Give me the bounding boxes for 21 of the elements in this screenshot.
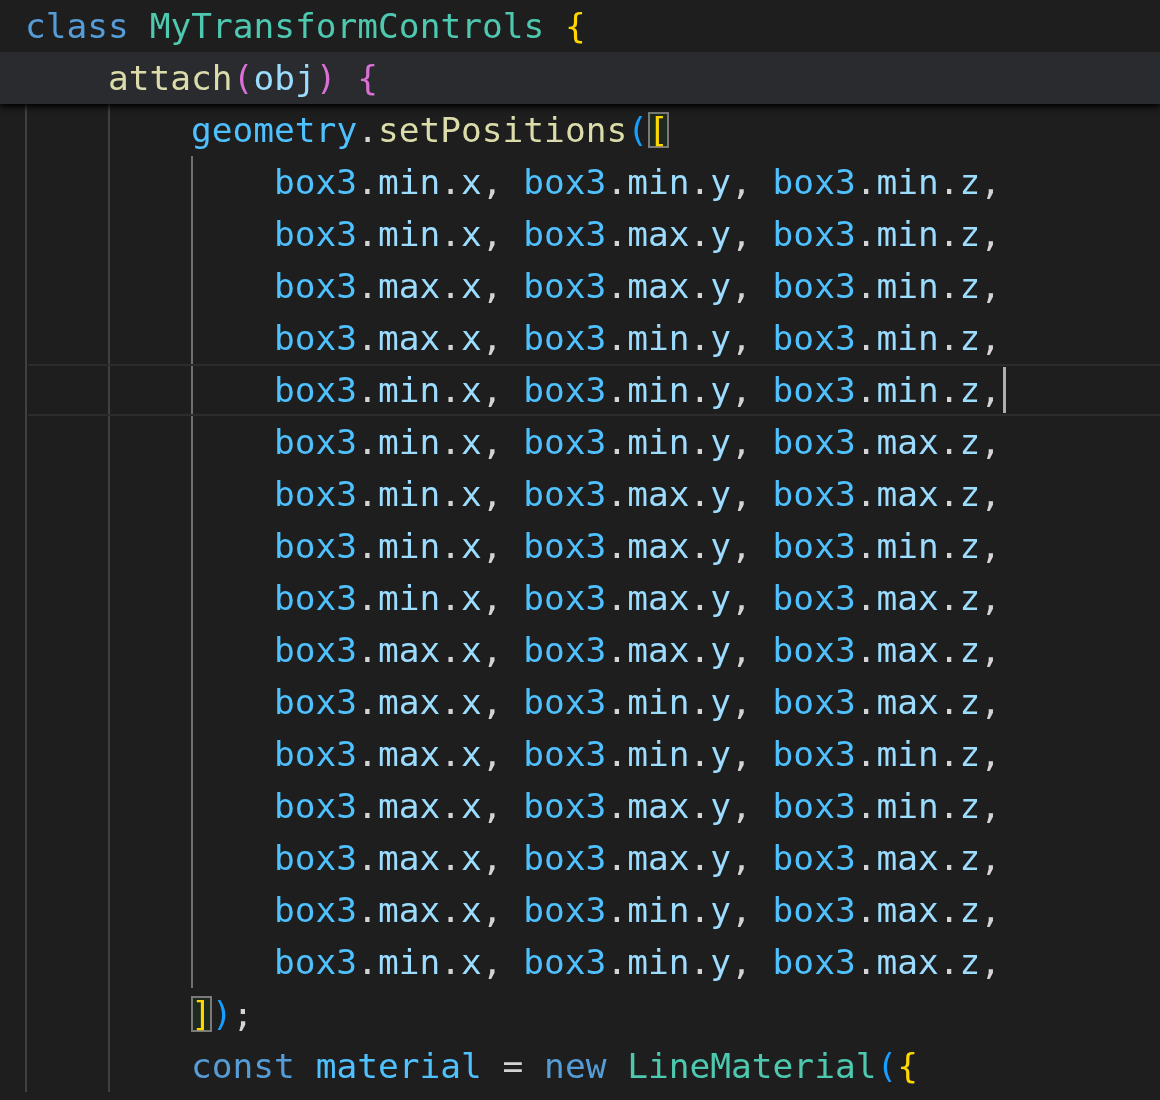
code-line: box3.max.x, box3.max.y, box3.max.z, bbox=[274, 837, 1002, 880]
code-line: box3.min.x, box3.min.y, box3.min.z, bbox=[274, 161, 1002, 204]
code-line: box3.min.x, box3.max.y, box3.max.z, bbox=[274, 473, 1002, 516]
code-line: attach(obj) { bbox=[108, 58, 379, 98]
code-line: box3.max.x, box3.min.y, box3.max.z, bbox=[274, 889, 1002, 932]
code-line: ]); bbox=[191, 993, 254, 1036]
code-line: const material = new LineMaterial({ bbox=[191, 1045, 918, 1088]
code-line: box3.min.x, box3.max.y, box3.min.z, bbox=[274, 213, 1002, 256]
code-line: box3.max.x, box3.max.y, box3.min.z, bbox=[274, 785, 1002, 828]
code-line: geometry.setPositions([ bbox=[191, 109, 669, 152]
code-line: box3.min.x, box3.max.y, box3.min.z, bbox=[274, 525, 1002, 568]
code-line: box3.max.x, box3.min.y, box3.min.z, bbox=[274, 733, 1002, 776]
code-line: box3.max.x, box3.min.y, box3.min.z, bbox=[274, 317, 1002, 360]
code-line: box3.min.x, box3.min.y, box3.max.z, bbox=[274, 421, 1002, 464]
code-line: box3.min.x, box3.min.y, box3.min.z, bbox=[274, 364, 1007, 416]
code-line: box3.max.x, box3.max.y, box3.max.z, bbox=[274, 629, 1002, 672]
code-line: box3.max.x, box3.max.y, box3.min.z, bbox=[274, 265, 1002, 308]
code-line: box3.max.x, box3.min.y, box3.max.z, bbox=[274, 681, 1002, 724]
code-line: class MyTransformControls { bbox=[25, 6, 586, 46]
code-line: box3.min.x, box3.max.y, box3.max.z, bbox=[274, 577, 1002, 620]
code-line: box3.min.x, box3.min.y, box3.max.z, bbox=[274, 941, 1002, 984]
